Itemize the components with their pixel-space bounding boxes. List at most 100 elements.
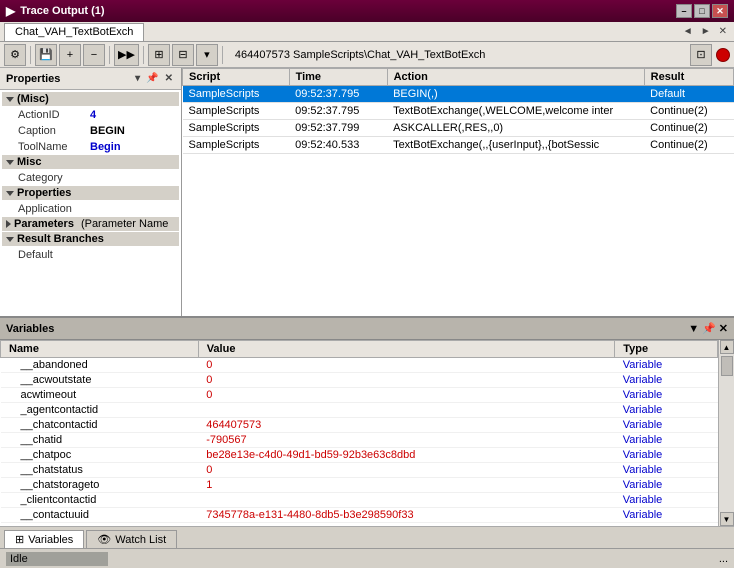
var-type: Variable xyxy=(615,493,718,508)
misc2-chevron-icon xyxy=(6,160,14,165)
vars-col-value: Value xyxy=(198,341,615,358)
variables-content: Name Value Type __abandoned0Variable__ac… xyxy=(0,340,734,526)
vars-collapse-btn[interactable]: ▼ xyxy=(688,323,699,335)
table-row[interactable]: SampleScripts09:52:37.795BEGIN(,)Default xyxy=(183,86,734,103)
prop-group-misc2[interactable]: Misc xyxy=(2,155,179,169)
title-text: Trace Output (1) xyxy=(20,5,676,17)
properties-header: Properties ▾ 📌 ✕ xyxy=(0,68,181,90)
list-item[interactable]: __chatpocbe28e13e-c4d0-49d1-bd59-92b3e63… xyxy=(1,448,718,463)
list-item[interactable]: __chatcontactid464407573Variable xyxy=(1,418,718,433)
var-value: 0 xyxy=(198,358,615,373)
prop-row-actionid: ActionID 4 xyxy=(2,107,179,123)
list-item[interactable]: _clientcontactidVariable xyxy=(1,493,718,508)
list-item[interactable]: __chatstorageto1Variable xyxy=(1,478,718,493)
prop-value-caption: BEGIN xyxy=(90,125,125,137)
scroll-up-btn[interactable]: ▲ xyxy=(720,340,734,354)
main-area: Properties ▾ 📌 ✕ (Misc) ActionID 4 Capti… xyxy=(0,68,734,316)
var-type: Variable xyxy=(615,388,718,403)
list-item[interactable]: __chatid-790567Variable xyxy=(1,433,718,448)
var-type: Variable xyxy=(615,373,718,388)
table-row[interactable]: SampleScripts09:52:37.795TextBotExchange… xyxy=(183,103,734,120)
maximize-button[interactable]: □ xyxy=(694,4,710,18)
toolbar-grid-btn[interactable]: ⊞ xyxy=(148,44,170,66)
tab-watchlist[interactable]: 👁 Watch List xyxy=(86,530,177,548)
var-name: __contactuuid xyxy=(1,508,199,523)
var-value xyxy=(198,493,615,508)
var-value: 464407573 xyxy=(198,418,615,433)
toolbar-add-btn[interactable]: + xyxy=(59,44,81,66)
scroll-down-btn[interactable]: ▼ xyxy=(720,512,734,526)
properties-pin-btn[interactable]: 📌 xyxy=(144,73,160,84)
tab-nav-right[interactable]: ► xyxy=(698,25,714,38)
properties-dropdown-btn[interactable]: ▾ xyxy=(133,73,142,84)
misc-chevron-icon xyxy=(6,97,14,102)
prop-name-toolname: ToolName xyxy=(18,141,90,153)
close-button[interactable]: ✕ xyxy=(712,4,728,18)
table-row[interactable]: SampleScripts09:52:37.799ASKCALLER(,RES,… xyxy=(183,120,734,137)
prop-row-toolname: ToolName Begin xyxy=(2,139,179,155)
tab-nav-left[interactable]: ◄ xyxy=(680,25,696,38)
table-cell-result: Continue(2) xyxy=(644,120,733,137)
toolbar-play-btn[interactable]: ▶▶ xyxy=(114,44,139,66)
variables-controls: ▼ 📌 ✕ xyxy=(688,322,728,335)
scroll-thumb[interactable] xyxy=(721,356,733,376)
tab-variables[interactable]: ⊞ Variables xyxy=(4,530,84,548)
toolbar-save-btn[interactable]: 💾 xyxy=(35,44,57,66)
prop-group-parameters[interactable]: Parameters (Parameter Name xyxy=(2,217,179,231)
properties-close-btn[interactable]: ✕ xyxy=(163,73,175,84)
prop-group-result-branches-label: Result Branches xyxy=(17,233,104,245)
tab-chat-vah[interactable]: Chat_VAH_TextBotExch xyxy=(4,23,144,41)
properties-title: Properties xyxy=(6,73,60,85)
vars-col-type: Type xyxy=(615,341,718,358)
prop-group-properties[interactable]: Properties xyxy=(2,186,179,200)
toolbar-view-btn[interactable]: ⊡ xyxy=(690,44,712,66)
minimize-button[interactable]: – xyxy=(676,4,692,18)
list-item[interactable]: _agentcontactidVariable xyxy=(1,403,718,418)
toolbar-grid2-btn[interactable]: ⊟ xyxy=(172,44,194,66)
var-type: Variable xyxy=(615,463,718,478)
table-cell-time: 09:52:37.799 xyxy=(289,120,387,137)
variables-tab-icon: ⊞ xyxy=(15,533,24,546)
list-item[interactable]: __chatstatus0Variable xyxy=(1,463,718,478)
tab-pin[interactable]: ✕ xyxy=(716,25,730,38)
prop-name-actionid: ActionID xyxy=(18,109,90,121)
list-item[interactable]: __abandoned0Variable xyxy=(1,358,718,373)
table-cell-script: SampleScripts xyxy=(183,103,290,120)
var-type: Variable xyxy=(615,508,718,523)
var-name: acwtimeout xyxy=(1,388,199,403)
table-cell-script: SampleScripts xyxy=(183,120,290,137)
variables-panel: Variables ▼ 📌 ✕ Name Value Type __abando… xyxy=(0,316,734,526)
script-table-scroll[interactable]: Script Time Action Result SampleScripts0… xyxy=(182,68,734,316)
list-item[interactable]: __contactuuid7345778a-e131-4480-8db5-b3e… xyxy=(1,508,718,523)
properties-panel: Properties ▾ 📌 ✕ (Misc) ActionID 4 Capti… xyxy=(0,68,182,316)
var-value: 0 xyxy=(198,463,615,478)
variables-tab-label: Variables xyxy=(28,534,73,546)
table-cell-script: SampleScripts xyxy=(183,137,290,154)
prop-row-default: Default xyxy=(2,247,179,263)
var-name: __acwoutstate xyxy=(1,373,199,388)
var-type: Variable xyxy=(615,478,718,493)
variables-scrollbar: ▲ ▼ xyxy=(718,340,734,526)
var-type: Variable xyxy=(615,433,718,448)
toolbar-remove-btn[interactable]: − xyxy=(83,44,105,66)
toolbar-record-btn[interactable] xyxy=(716,48,730,62)
list-item[interactable]: __acwoutstate0Variable xyxy=(1,373,718,388)
col-time: Time xyxy=(289,69,387,86)
variables-table-area[interactable]: Name Value Type __abandoned0Variable__ac… xyxy=(0,340,718,526)
prop-name-default: Default xyxy=(18,249,90,261)
prop-group-result-branches[interactable]: Result Branches xyxy=(2,232,179,246)
vars-pin-btn[interactable]: 📌 xyxy=(702,322,716,335)
prop-group-misc[interactable]: (Misc) xyxy=(2,92,179,106)
table-cell-script: SampleScripts xyxy=(183,86,290,103)
vars-col-name: Name xyxy=(1,341,199,358)
scroll-track xyxy=(719,354,734,512)
status-text: Idle xyxy=(6,552,108,566)
table-cell-result: Continue(2) xyxy=(644,137,733,154)
toolbar-dropdown-btn[interactable]: ▾ xyxy=(196,44,218,66)
list-item[interactable]: acwtimeout0Variable xyxy=(1,388,718,403)
script-panel: Script Time Action Result SampleScripts0… xyxy=(182,68,734,316)
vars-close-btn[interactable]: ✕ xyxy=(719,322,728,335)
table-row[interactable]: SampleScripts09:52:40.533TextBotExchange… xyxy=(183,137,734,154)
toolbar-sep-1 xyxy=(30,46,31,64)
toolbar-menu-btn[interactable]: ⚙ xyxy=(4,44,26,66)
